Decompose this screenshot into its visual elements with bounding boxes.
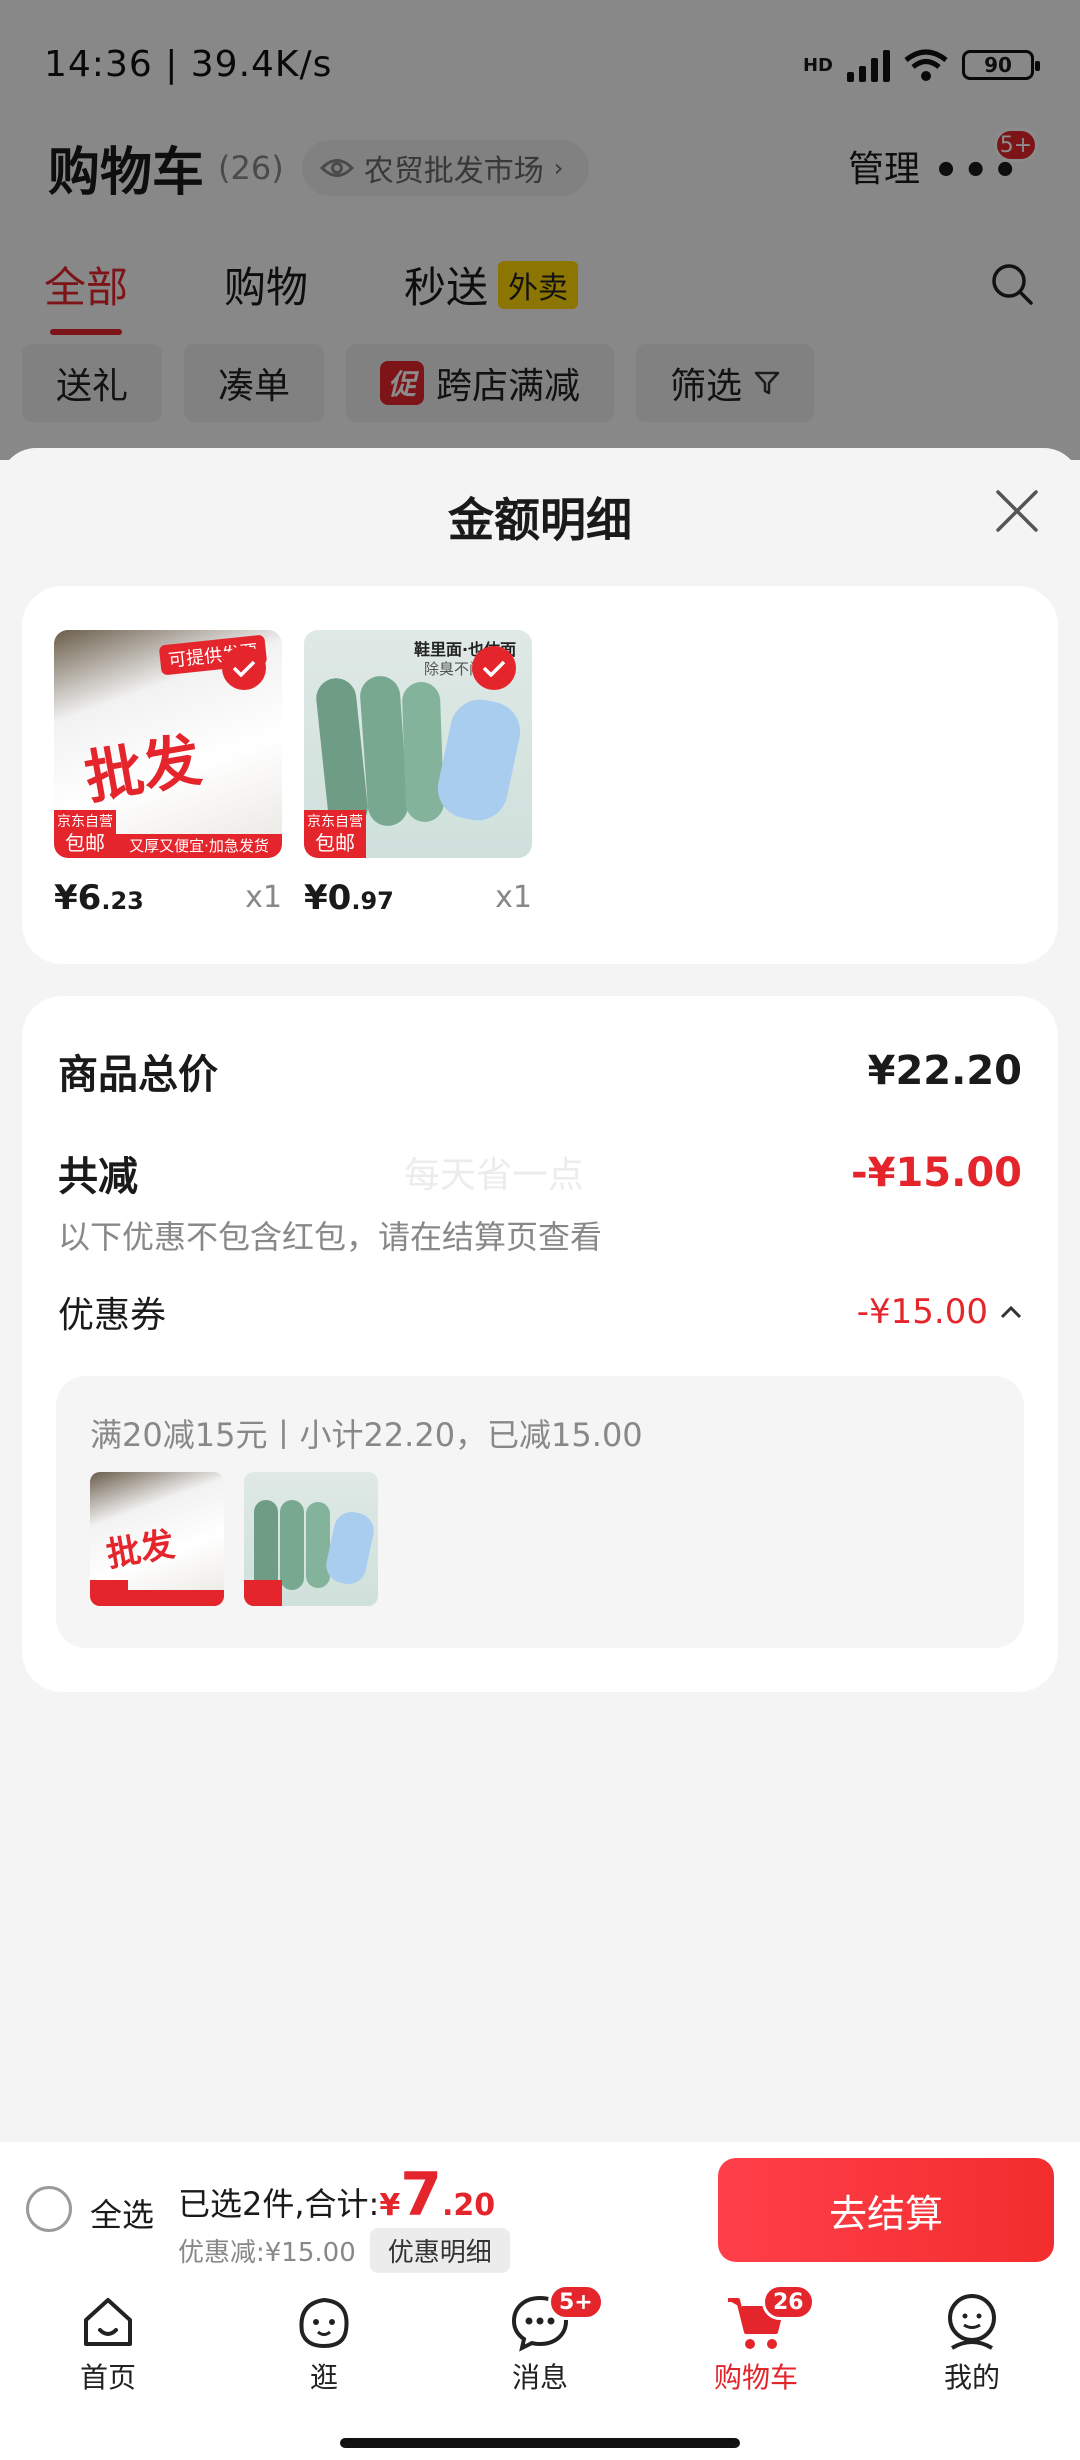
product-tag: 京东自营 包邮 — [54, 810, 116, 858]
close-icon[interactable] — [992, 486, 1042, 536]
product-item[interactable]: 可提供发票 批发 又厚又便宜·加急发货 京东自营 包邮 ¥6.23 x1 — [54, 630, 282, 918]
home-indicator[interactable] — [340, 2438, 740, 2448]
discount-detail-button[interactable]: 优惠明细 — [369, 2228, 510, 2273]
sum-currency: ¥ — [379, 2188, 401, 2223]
sock-shape — [432, 694, 526, 826]
reduce-value: -¥15.00 — [851, 1150, 1022, 1196]
home-icon — [84, 2298, 132, 2346]
sum-integer: 7 — [400, 2160, 442, 2230]
total-row: 商品总价 ¥22.20 — [58, 1042, 1022, 1100]
coupon-detail-text: 满20减15元丨小计22.20，已减15.00 — [90, 1416, 643, 1454]
checkout-bar: 全选 已选2件,合计: ¥ 7 .20 优惠减:¥15.00 优惠明细 去结算 — [0, 2142, 1080, 2280]
chevron-up-icon[interactable] — [1000, 1305, 1022, 1319]
product-item[interactable]: 鞋里面·也体面 除臭不闷运动 京东自营 包邮 ¥0.97 x1 — [304, 630, 532, 918]
nav-browse[interactable]: 逛 — [244, 2292, 404, 2396]
messages-badge: 5+ — [548, 2284, 604, 2320]
coupon-row[interactable]: 优惠券 -¥15.00 — [58, 1286, 1022, 1338]
summary-line: 已选2件,合计: ¥ 7 .20 — [178, 2160, 496, 2230]
sheet-title: 金额明细 — [448, 493, 632, 547]
profile-icon — [948, 2294, 996, 2350]
nav-me[interactable]: 我的 — [892, 2292, 1052, 2396]
selected-products-card: 可提供发票 批发 又厚又便宜·加急发货 京东自营 包邮 ¥6.23 x1 鞋里面·… — [22, 586, 1058, 964]
cart-background: 14:36 | 39.4K/s HD 90 购物车 (26) 农贸批发市场 › … — [0, 0, 1080, 460]
coupon-product-thumb — [244, 1472, 378, 1606]
price-breakdown-card: 商品总价 ¥22.20 每天省一点 共减 -¥15.00 以下优惠不包含红包，请… — [22, 996, 1058, 1692]
select-all-radio[interactable] — [26, 2186, 72, 2232]
coupon-product-thumb: 批发 — [90, 1472, 224, 1606]
total-label: 商品总价 — [58, 1052, 218, 1098]
total-value: ¥22.20 — [867, 1048, 1022, 1094]
reduce-row: 共减 -¥15.00 — [58, 1144, 1022, 1202]
coupon-label: 优惠券 — [58, 1295, 167, 1336]
browse-face-icon — [299, 2297, 349, 2349]
product-price: ¥0.97 — [304, 878, 394, 918]
product-tag: 京东自营 包邮 — [304, 810, 366, 858]
checked-icon[interactable] — [222, 646, 266, 690]
nav-home[interactable]: 首页 — [28, 2292, 188, 2396]
image-main-text: 批发 — [79, 725, 206, 813]
select-all-label[interactable]: 全选 — [90, 2190, 154, 2236]
product-image: 可提供发票 批发 又厚又便宜·加急发货 京东自营 包邮 — [54, 630, 282, 858]
discount-text: 优惠减:¥15.00 — [178, 2238, 356, 2268]
reduce-note: 以下优惠不包含红包，请在结算页查看 — [58, 1218, 603, 1256]
reduce-label: 共减 — [58, 1154, 138, 1200]
coupon-value: -¥15.00 — [857, 1292, 1022, 1332]
image-sub-text: 又厚又便宜·加急发货 — [116, 834, 282, 858]
product-qty: x1 — [495, 880, 532, 915]
product-image: 鞋里面·也体面 除臭不闷运动 京东自营 包邮 — [304, 630, 532, 858]
product-price: ¥6.23 — [54, 878, 144, 918]
cart-page: 14:36 | 39.4K/s HD 90 购物车 (26) 农贸批发市场 › … — [0, 0, 1080, 2460]
summary-prefix: 已选2件,合计: — [178, 2185, 380, 2223]
bottom-nav: 首页 逛 消息 5+ 购物车 26 我的 — [0, 2280, 1080, 2460]
amount-detail-sheet: 金额明细 可提供发票 批发 又厚又便宜·加急发货 京东自营 包邮 ¥6.23 x1… — [0, 448, 1080, 2142]
overlay-dim[interactable] — [0, 0, 1080, 460]
cart-badge: 26 — [762, 2284, 815, 2320]
product-qty: x1 — [245, 880, 282, 915]
sum-decimal: .20 — [441, 2188, 496, 2223]
insole-shape — [401, 681, 445, 823]
coupon-detail-box: 满20减15元丨小计22.20，已减15.00 批发 — [56, 1376, 1024, 1648]
checkout-button[interactable]: 去结算 — [718, 2158, 1054, 2262]
discount-line: 优惠减:¥15.00 优惠明细 — [178, 2228, 510, 2273]
checked-icon[interactable] — [472, 646, 516, 690]
